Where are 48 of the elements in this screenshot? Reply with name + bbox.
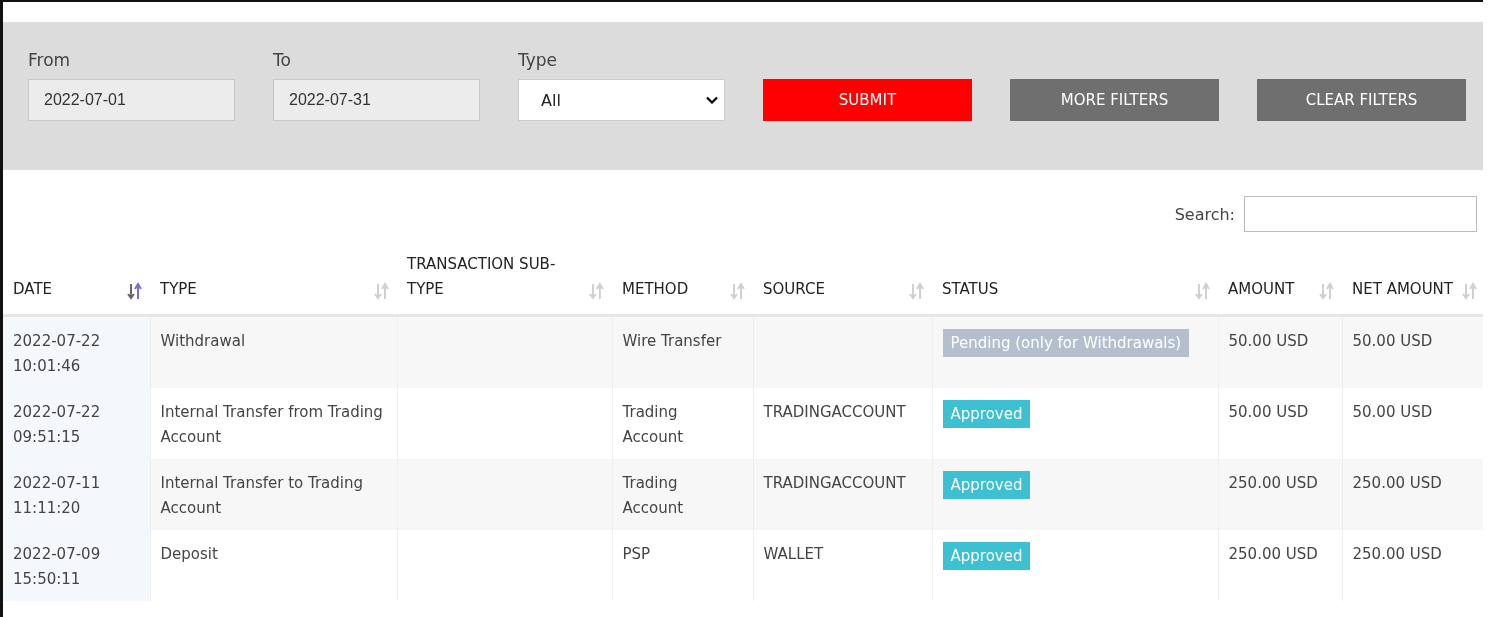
submit-button[interactable]: SUBMIT	[763, 79, 972, 121]
filter-button[interactable]: MORE FILTERS	[1010, 79, 1219, 121]
table-cell: Trading Account	[622, 474, 684, 517]
table-cell: Internal Transfer to Trading Account	[160, 474, 364, 517]
table-cell: Trading Account	[622, 403, 684, 446]
type-label: Type	[518, 50, 559, 70]
table-cell: Wire Transfer	[622, 332, 722, 350]
table-cell: 2022-07-09 15:50:11	[13, 545, 101, 588]
table-cell: Withdrawal	[160, 332, 246, 350]
chevron-down-icon	[706, 96, 718, 104]
table-cell: 50.00 USD	[1352, 403, 1433, 421]
table-cell: 250.00 USD	[1352, 545, 1442, 563]
table-cell: 250.00 USD	[1228, 545, 1318, 563]
to-label: To	[273, 50, 292, 70]
search-label: Search:	[1174, 204, 1235, 224]
column-header[interactable]: AMOUNT	[1228, 277, 1295, 302]
status-badge: Approved	[942, 542, 1031, 570]
table-cell: Internal Transfer from Trading Account	[160, 403, 383, 446]
table-cell: Deposit	[160, 545, 218, 563]
status-badge: Approved	[942, 471, 1031, 499]
from-label: From	[28, 50, 72, 70]
table-cell: 50.00 USD	[1228, 403, 1309, 421]
column-header[interactable]: STATUS	[942, 277, 999, 302]
table-cell: 50.00 USD	[1228, 332, 1309, 350]
table-cell: 250.00 USD	[1228, 474, 1318, 492]
sort-icon[interactable]	[126, 280, 144, 302]
filter-button[interactable]: CLEAR FILTERS	[1257, 79, 1466, 121]
table-cell: 2022-07-22 10:01:46	[13, 332, 101, 375]
status-badge: Approved	[942, 400, 1031, 428]
type-dropdown[interactable]: All	[518, 79, 725, 121]
table-cell: 2022-07-11 11:11:20	[13, 474, 101, 517]
column-header[interactable]: DATE	[13, 277, 53, 302]
table-cell: TRADINGACCOUNT	[763, 474, 906, 492]
table-cell: 2022-07-22 09:51:15	[13, 403, 101, 446]
to-date-field[interactable]: 2022-07-31	[273, 79, 480, 121]
table-cell: 50.00 USD	[1352, 332, 1433, 350]
search-field[interactable]	[1244, 196, 1477, 232]
table-cell: 250.00 USD	[1352, 474, 1442, 492]
table-cell: WALLET	[763, 545, 824, 563]
from-date-field[interactable]: 2022-07-01	[28, 79, 235, 121]
column-header[interactable]: SOURCE	[763, 277, 825, 302]
table-cell: PSP	[622, 545, 651, 563]
column-header[interactable]: TRANSACTION SUB-TYPE	[407, 252, 589, 302]
column-header[interactable]: METHOD	[622, 277, 689, 302]
column-header[interactable]: TYPE	[160, 277, 197, 302]
table-cell: TRADINGACCOUNT	[763, 403, 906, 421]
status-badge: Pending (only for Withdrawals)	[942, 329, 1190, 357]
column-header[interactable]: NET AMOUNT	[1352, 277, 1453, 302]
